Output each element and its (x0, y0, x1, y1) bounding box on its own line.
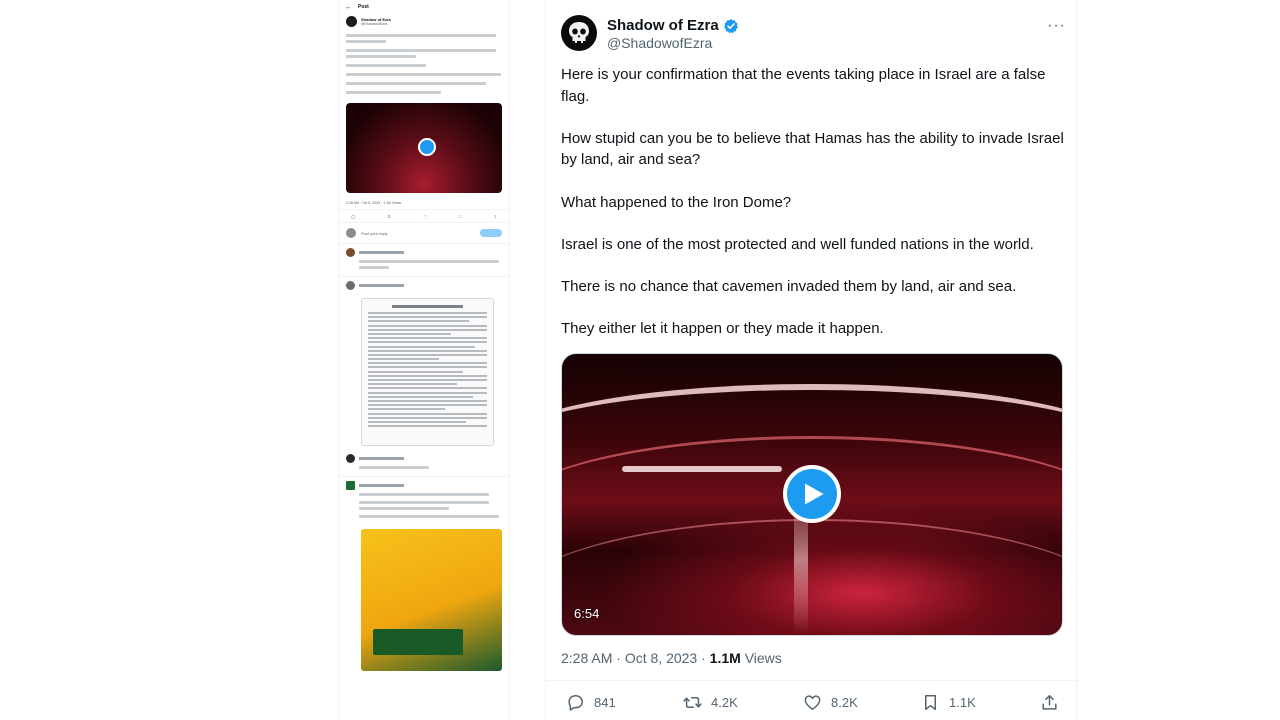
thumb-ad-banner (373, 629, 463, 655)
skull-icon (569, 22, 589, 43)
thumb-like-icon[interactable]: ♡ (423, 214, 427, 219)
tweet-actions: 841 4.2K 8.2K 1.1K (546, 680, 1078, 720)
thumb-share-icon[interactable]: ⇧ (494, 214, 497, 219)
tweet-paragraph: Israel is one of the most protected and … (561, 235, 1034, 253)
thumb-top-label: Post (358, 4, 369, 10)
bookmark-count: 1.1K (949, 695, 976, 710)
thumb-tweet-text (339, 29, 509, 99)
video-duration: 6:54 (574, 606, 600, 621)
thumb-bookmark-icon[interactable]: □ (459, 214, 461, 219)
tweet-detail: Shadow of Ezra @ShadowofEzra ··· Here is… (545, 0, 1078, 720)
thumb-topbar: ← Post (339, 0, 509, 14)
reply-count: 841 (594, 695, 616, 710)
tweet-meta: 2:28 AM · Oct 8, 2023 · 1.1M Views (561, 650, 782, 666)
thumb-avatar[interactable] (346, 16, 357, 27)
tweet-video[interactable]: 6:54 (561, 353, 1063, 636)
video-frame-light (622, 466, 782, 472)
thread-thumbnail: ← Post Shadow of Ezra @ShadowofEzra 2:28… (338, 0, 510, 720)
share-icon (1042, 695, 1057, 710)
thumb-reply-composer: Post your reply (339, 223, 509, 244)
repost-button[interactable]: 4.2K (683, 693, 738, 712)
thumb-repost-icon[interactable]: ⇅ (388, 214, 391, 219)
tweet-header: Shadow of Ezra @ShadowofEzra ··· (561, 15, 1066, 55)
thumb-attached-document[interactable] (361, 298, 494, 446)
reply-button[interactable]: 841 (566, 693, 616, 712)
thumb-user-avatar (346, 228, 356, 238)
more-options-icon[interactable]: ··· (1047, 17, 1066, 35)
thumb-video[interactable] (346, 103, 502, 193)
like-count: 8.2K (831, 695, 858, 710)
like-button[interactable]: 8.2K (803, 693, 858, 712)
views-count: 1.1M (709, 650, 741, 666)
thumb-reply-item[interactable] (339, 277, 509, 294)
video-frame-arc (562, 519, 1062, 635)
play-icon (805, 483, 824, 505)
tweet-paragraph: What happened to the Iron Dome? (561, 193, 792, 211)
thumb-reply-button[interactable] (480, 229, 502, 237)
thumb-meta: 2:28 AM · Oct 8, 2023 · 1.1M Views (346, 201, 402, 205)
thumb-reply-item[interactable] (339, 244, 509, 277)
meta-separator: · (616, 650, 625, 666)
tweet-paragraph: There is no chance that cavemen invaded … (561, 278, 1017, 296)
share-button[interactable] (1040, 693, 1059, 712)
thumb-ad-image[interactable] (361, 529, 502, 671)
author-display-name[interactable]: Shadow of Ezra (607, 17, 719, 34)
tweet-time[interactable]: 2:28 AM (561, 650, 612, 666)
thumb-author-handle[interactable]: @ShadowofEzra (361, 22, 391, 26)
back-arrow-icon[interactable]: ← (345, 4, 352, 11)
tweet-paragraph: How stupid can you be to believe that Ha… (561, 129, 1064, 169)
meta-separator: · (701, 650, 710, 666)
tweet-date[interactable]: Oct 8, 2023 (625, 650, 697, 666)
thumb-reply-placeholder[interactable]: Post your reply (361, 231, 475, 236)
tweet-text: Here is your confirmation that the event… (561, 64, 1066, 361)
thumb-author: Shadow of Ezra @ShadowofEzra (339, 14, 509, 29)
play-button[interactable] (783, 465, 841, 523)
author-handle[interactable]: @ShadowofEzra (607, 35, 712, 51)
thumb-reply-icon[interactable]: ◯ (351, 214, 355, 219)
bookmark-button[interactable]: 1.1K (921, 693, 976, 712)
repost-count: 4.2K (711, 695, 738, 710)
verified-badge-icon (723, 18, 738, 33)
thumb-promoted-item[interactable] (339, 477, 509, 525)
tweet-paragraph: Here is your confirmation that the event… (561, 66, 1046, 105)
repost-icon (683, 696, 702, 709)
thumb-play-icon[interactable] (418, 138, 436, 156)
author-name-row: Shadow of Ezra (607, 17, 739, 34)
author-avatar[interactable] (561, 15, 597, 51)
tweet-paragraph: They either let it happen or they made i… (561, 320, 884, 338)
thumb-actions: ◯ ⇅ ♡ □ ⇧ (339, 209, 509, 223)
reply-icon (568, 695, 583, 711)
views-label: Views (744, 650, 782, 666)
heart-icon (804, 695, 821, 710)
thumb-reply-item[interactable] (339, 450, 509, 477)
bookmark-icon (924, 695, 937, 710)
